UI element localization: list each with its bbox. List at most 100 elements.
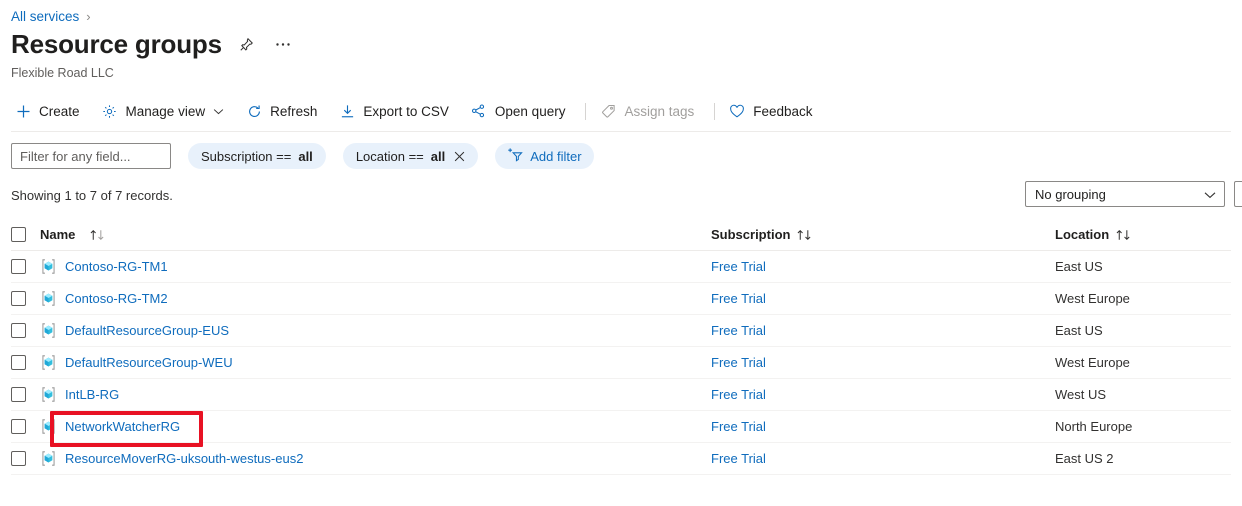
export-to-csv-label: Export to CSV xyxy=(363,103,449,119)
table-row[interactable]: DefaultResourceGroup-EUS Free Trial East U… xyxy=(11,315,1231,347)
filter-plus-icon xyxy=(507,147,524,165)
cell-location: East US xyxy=(1055,323,1231,338)
chevron-down-icon xyxy=(1204,187,1216,202)
add-filter-button[interactable]: Add filter xyxy=(495,143,594,169)
subscription-link[interactable]: Free Trial xyxy=(711,451,766,466)
subscription-link[interactable]: Free Trial xyxy=(711,387,766,402)
location-text: North Europe xyxy=(1055,419,1133,434)
table-row[interactable]: Contoso-RG-TM1 Free Trial East US xyxy=(11,251,1231,283)
export-to-csv-button[interactable]: Export to CSV xyxy=(335,99,458,123)
filter-pill-location-value: all xyxy=(430,148,446,164)
cell-name: IntLB-RG xyxy=(40,386,711,403)
location-text: East US 2 xyxy=(1055,451,1114,466)
row-select-cell xyxy=(11,355,40,370)
table-row[interactable]: Contoso-RG-TM2 Free Trial West Europe xyxy=(11,283,1231,315)
ellipsis-icon[interactable] xyxy=(272,34,294,56)
resource-group-link[interactable]: Contoso-RG-TM2 xyxy=(65,291,168,306)
column-header-location[interactable]: Location xyxy=(1055,227,1231,242)
view-mode-dropdown[interactable] xyxy=(1234,181,1242,207)
close-icon[interactable] xyxy=(454,151,465,162)
records-count: Showing 1 to 7 of 7 records. xyxy=(11,188,173,203)
create-label: Create xyxy=(39,103,80,119)
open-query-button[interactable]: Open query xyxy=(467,99,575,123)
cell-name: Contoso-RG-TM1 xyxy=(40,258,711,275)
manage-view-button[interactable]: Manage view xyxy=(98,99,234,123)
filter-input[interactable] xyxy=(11,143,171,169)
row-checkbox[interactable] xyxy=(11,451,26,466)
column-header-subscription[interactable]: Subscription xyxy=(711,227,1055,242)
row-checkbox[interactable] xyxy=(11,291,26,306)
column-header-name-label: Name xyxy=(40,227,76,242)
select-all-cell xyxy=(11,227,40,242)
select-all-checkbox[interactable] xyxy=(11,227,26,242)
subscription-link[interactable]: Free Trial xyxy=(711,291,766,306)
subscription-link[interactable]: Free Trial xyxy=(711,419,766,434)
refresh-icon xyxy=(245,102,263,120)
grouping-selected-value: No grouping xyxy=(1035,186,1106,202)
grouping-dropdown[interactable]: No grouping xyxy=(1025,181,1225,207)
open-query-label: Open query xyxy=(494,103,566,119)
row-select-cell xyxy=(11,387,40,402)
row-checkbox[interactable] xyxy=(11,259,26,274)
table-header-row: Name Subscription Location xyxy=(11,219,1231,251)
resource-group-link[interactable]: DefaultResourceGroup-EUS xyxy=(65,323,229,338)
cell-name: ResourceMoverRG-uksouth-westus-eus2 xyxy=(40,450,711,467)
table-row[interactable]: DefaultResourceGroup-WEU Free Trial West E… xyxy=(11,347,1231,379)
cell-subscription: Free Trial xyxy=(711,451,1055,466)
subscription-link[interactable]: Free Trial xyxy=(711,323,766,338)
row-checkbox[interactable] xyxy=(11,419,26,434)
table-row[interactable]: ResourceMoverRG-uksouth-westus-eus2 Free … xyxy=(11,443,1231,475)
row-checkbox[interactable] xyxy=(11,355,26,370)
breadcrumb-all-services[interactable]: All services xyxy=(11,9,79,24)
breadcrumb: All services › xyxy=(11,9,91,24)
feedback-button[interactable]: Feedback xyxy=(725,99,821,123)
location-text: East US xyxy=(1055,323,1103,338)
location-text: West US xyxy=(1055,387,1107,402)
subscription-link[interactable]: Free Trial xyxy=(711,355,766,370)
filter-pill-subscription-value: all xyxy=(298,148,313,164)
table-row[interactable]: NetworkWatcherRG Free Trial North Europe xyxy=(11,411,1231,443)
resource-group-link[interactable]: NetworkWatcherRG xyxy=(65,419,180,434)
table-row[interactable]: IntLB-RG Free Trial West US xyxy=(11,379,1231,411)
subscription-link[interactable]: Free Trial xyxy=(711,259,766,274)
row-select-cell xyxy=(11,291,40,306)
gear-icon xyxy=(101,102,119,120)
cell-name: DefaultResourceGroup-WEU xyxy=(40,354,711,371)
row-checkbox[interactable] xyxy=(11,387,26,402)
plus-icon xyxy=(14,102,32,120)
cell-subscription: Free Trial xyxy=(711,355,1055,370)
cell-name: DefaultResourceGroup-EUS xyxy=(40,322,711,339)
filter-pill-location[interactable]: Location == all xyxy=(342,143,479,169)
column-header-name[interactable]: Name xyxy=(40,227,711,242)
row-select-cell xyxy=(11,323,40,338)
refresh-button[interactable]: Refresh xyxy=(242,99,326,123)
resource-group-icon xyxy=(42,387,55,402)
resource-group-link[interactable]: DefaultResourceGroup-WEU xyxy=(65,355,233,370)
resource-groups-page: All services › Resource groups Flexible … xyxy=(0,0,1242,506)
cell-location: West Europe xyxy=(1055,291,1231,306)
cell-name: Contoso-RG-TM2 xyxy=(40,290,711,307)
row-select-cell xyxy=(11,451,40,466)
create-button[interactable]: Create xyxy=(11,99,89,123)
sort-icon[interactable] xyxy=(1115,229,1132,241)
row-select-cell xyxy=(11,419,40,434)
resource-group-link[interactable]: IntLB-RG xyxy=(65,387,119,402)
add-filter-label: Add filter xyxy=(530,148,582,164)
resource-group-icon xyxy=(42,291,55,306)
sort-icon[interactable] xyxy=(796,229,813,241)
cell-location: West Europe xyxy=(1055,355,1231,370)
filter-pill-subscription[interactable]: Subscription == all xyxy=(188,143,326,169)
cell-location: West US xyxy=(1055,387,1231,402)
pin-icon[interactable] xyxy=(236,34,258,56)
resource-group-link[interactable]: ResourceMoverRG-uksouth-westus-eus2 xyxy=(65,451,303,466)
row-checkbox[interactable] xyxy=(11,323,26,338)
sort-icon[interactable] xyxy=(89,229,106,241)
filter-bar: Subscription == all Location == all Add … xyxy=(11,143,594,169)
breadcrumb-separator-icon: › xyxy=(86,9,91,24)
download-icon xyxy=(338,102,356,120)
cell-subscription: Free Trial xyxy=(711,387,1055,402)
cell-location: East US xyxy=(1055,259,1231,274)
tag-icon xyxy=(599,102,617,120)
toolbar-bottom-divider xyxy=(11,131,1231,132)
resource-group-link[interactable]: Contoso-RG-TM1 xyxy=(65,259,168,274)
